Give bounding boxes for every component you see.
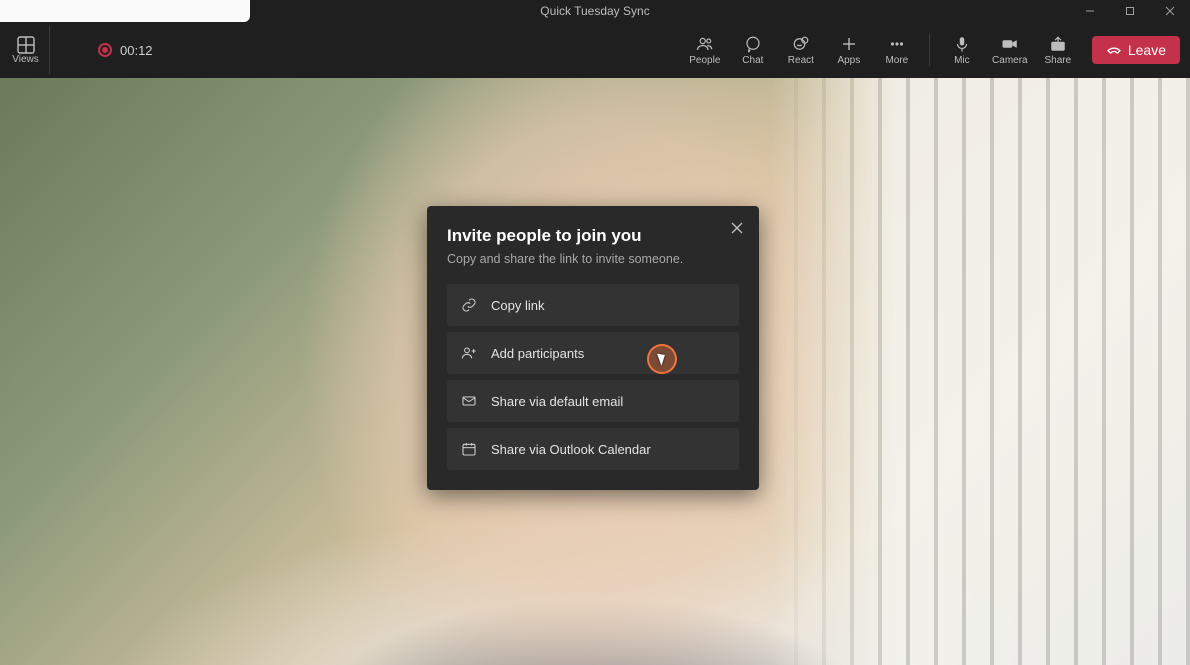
modal-close-button[interactable] xyxy=(725,216,749,240)
add-person-icon xyxy=(461,345,477,361)
more-label: More xyxy=(885,55,908,66)
camera-label: Camera xyxy=(992,55,1028,66)
hangup-icon xyxy=(1106,42,1122,58)
add-participants-label: Add participants xyxy=(491,346,584,361)
window-controls xyxy=(1070,0,1190,22)
modal-subtitle: Copy and share the link to invite someon… xyxy=(447,252,739,266)
titlebar: Quick Tuesday Sync xyxy=(0,0,1190,22)
share-outlook-label: Share via Outlook Calendar xyxy=(491,442,651,457)
share-button[interactable]: Share xyxy=(1034,26,1082,74)
camera-button[interactable]: Camera xyxy=(986,26,1034,74)
window-tab-handle xyxy=(0,0,250,22)
maximize-button[interactable] xyxy=(1110,0,1150,22)
more-icon xyxy=(888,35,906,53)
link-icon xyxy=(461,297,477,313)
apps-button[interactable]: Apps xyxy=(825,26,873,74)
mail-icon xyxy=(461,393,477,409)
apps-label: Apps xyxy=(837,55,860,66)
mic-icon xyxy=(953,35,971,53)
invite-modal: Invite people to join you Copy and share… xyxy=(427,206,759,490)
recording-indicator: 00:12 xyxy=(98,43,153,58)
chat-label: Chat xyxy=(742,55,763,66)
views-button[interactable]: Views xyxy=(10,26,50,74)
share-email-label: Share via default email xyxy=(491,394,623,409)
people-icon xyxy=(696,35,714,53)
record-icon xyxy=(98,43,112,57)
more-button[interactable]: More xyxy=(873,26,921,74)
mic-label: Mic xyxy=(954,55,970,66)
close-button[interactable] xyxy=(1150,0,1190,22)
react-button[interactable]: React xyxy=(777,26,825,74)
people-label: People xyxy=(689,55,720,66)
share-label: Share xyxy=(1045,55,1072,66)
add-participants-option[interactable]: Add participants xyxy=(447,332,739,374)
meeting-title: Quick Tuesday Sync xyxy=(540,4,649,18)
views-label: Views xyxy=(12,54,39,65)
people-button[interactable]: People xyxy=(681,26,729,74)
camera-icon xyxy=(1001,35,1019,53)
copy-link-label: Copy link xyxy=(491,298,544,313)
share-outlook-option[interactable]: Share via Outlook Calendar xyxy=(447,428,739,470)
grid-icon xyxy=(17,36,35,54)
meeting-toolbar: Views 00:12 People Chat React Apps More xyxy=(0,22,1190,78)
recording-time: 00:12 xyxy=(120,43,153,58)
chat-icon xyxy=(744,35,762,53)
leave-button[interactable]: Leave xyxy=(1092,36,1180,64)
plus-icon xyxy=(840,35,858,53)
mic-button[interactable]: Mic xyxy=(938,26,986,74)
leave-label: Leave xyxy=(1128,42,1166,58)
toolbar-separator xyxy=(929,34,930,66)
share-email-option[interactable]: Share via default email xyxy=(447,380,739,422)
modal-title: Invite people to join you xyxy=(447,226,739,246)
chat-button[interactable]: Chat xyxy=(729,26,777,74)
close-icon xyxy=(730,221,744,235)
minimize-button[interactable] xyxy=(1070,0,1110,22)
modal-options: Copy link Add participants Share via def… xyxy=(447,284,739,470)
share-icon xyxy=(1049,35,1067,53)
react-icon xyxy=(792,35,810,53)
copy-link-option[interactable]: Copy link xyxy=(447,284,739,326)
react-label: React xyxy=(788,55,814,66)
calendar-icon xyxy=(461,441,477,457)
